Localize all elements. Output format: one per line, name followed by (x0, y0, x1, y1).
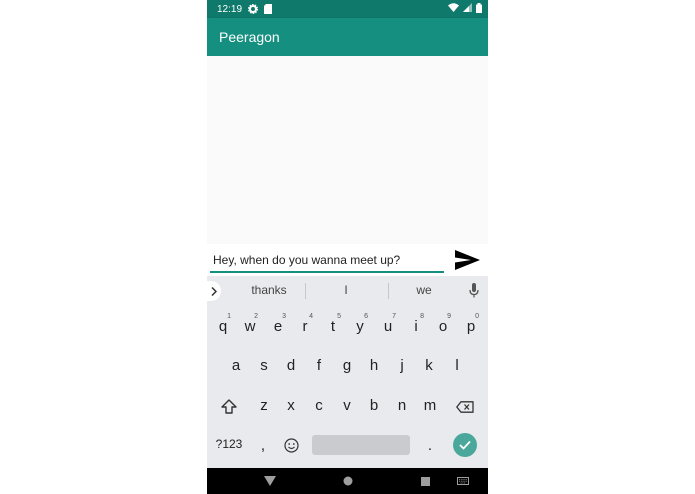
send-icon (455, 250, 480, 270)
message-composer (207, 244, 488, 276)
suggestion-divider (305, 283, 306, 299)
key-z[interactable]: z (254, 397, 274, 414)
key-q[interactable]: q1 (213, 313, 233, 335)
key-w[interactable]: w2 (240, 313, 260, 335)
backspace-key[interactable] (452, 397, 478, 417)
key-l[interactable]: l (447, 357, 467, 374)
soft-keyboard: thanks I we q1 w2 e3 r4 t5 y6 u7 i8 o9 p… (207, 276, 488, 468)
key-b[interactable]: b (364, 397, 384, 414)
key-v[interactable]: v (337, 397, 357, 414)
key-k[interactable]: k (419, 357, 439, 374)
key-u[interactable]: u7 (378, 313, 398, 335)
signal-icon (463, 3, 472, 15)
key-c[interactable]: c (309, 397, 329, 414)
keyboard-icon (457, 477, 469, 485)
key-a[interactable]: a (226, 357, 246, 374)
space-bar[interactable] (312, 435, 410, 455)
status-time: 12:19 (217, 3, 243, 15)
emoji-key[interactable] (281, 435, 301, 455)
nav-home-button[interactable] (333, 468, 363, 494)
smiley-emoji-icon (283, 437, 299, 453)
microphone-icon[interactable] (469, 283, 479, 303)
key-p[interactable]: p0 (461, 313, 481, 335)
key-e[interactable]: e3 (268, 313, 288, 335)
key-r[interactable]: r4 (295, 313, 315, 335)
key-j[interactable]: j (392, 357, 412, 374)
key-i[interactable]: i8 (406, 313, 426, 335)
key-o[interactable]: o9 (433, 313, 453, 335)
nav-back-button[interactable] (255, 468, 285, 494)
nav-keyboard-switch-button[interactable] (452, 468, 474, 494)
settings-gear-icon (248, 4, 259, 14)
message-input[interactable] (210, 249, 444, 273)
home-circle-icon (343, 476, 353, 486)
suggestion-3[interactable]: we (394, 283, 454, 297)
suggestion-strip: thanks I we (207, 276, 488, 306)
symbols-key[interactable]: ?123 (213, 437, 245, 451)
recents-square-icon (420, 476, 430, 486)
comma-key[interactable]: , (255, 437, 271, 454)
key-f[interactable]: f (309, 357, 329, 374)
suggestion-expand-button[interactable] (207, 281, 221, 301)
app-bar: Peeragon (207, 18, 488, 56)
suggestion-divider (388, 283, 389, 299)
battery-icon (476, 2, 482, 16)
wifi-icon (448, 3, 459, 15)
backspace-icon (456, 401, 474, 413)
shift-arrow-icon (221, 398, 237, 414)
checkmark-icon (459, 440, 471, 450)
key-n[interactable]: n (392, 397, 412, 414)
status-bar: 12:19 (207, 0, 488, 18)
key-g[interactable]: g (337, 357, 357, 374)
nav-recents-button[interactable] (410, 468, 440, 494)
key-d[interactable]: d (281, 357, 301, 374)
key-s[interactable]: s (254, 357, 274, 374)
navigation-bar (207, 468, 488, 494)
chevron-right-icon (211, 286, 217, 296)
period-key[interactable]: . (422, 437, 438, 454)
chat-message-area[interactable] (207, 56, 488, 244)
sd-card-icon (264, 4, 273, 14)
phone-screen: 12:19 Peeragon Hey, when do you wanna me… (207, 0, 488, 494)
back-triangle-icon (264, 476, 276, 486)
key-h[interactable]: h (364, 357, 384, 374)
key-y[interactable]: y6 (350, 313, 370, 335)
shift-key[interactable] (217, 396, 241, 416)
key-x[interactable]: x (281, 397, 301, 414)
key-t[interactable]: t5 (323, 313, 343, 335)
suggestion-1[interactable]: thanks (239, 283, 299, 297)
done-key[interactable] (453, 433, 477, 457)
app-title: Peeragon (219, 29, 280, 45)
key-m[interactable]: m (419, 397, 441, 414)
send-button[interactable] (451, 246, 483, 274)
suggestion-2[interactable]: I (316, 283, 376, 297)
